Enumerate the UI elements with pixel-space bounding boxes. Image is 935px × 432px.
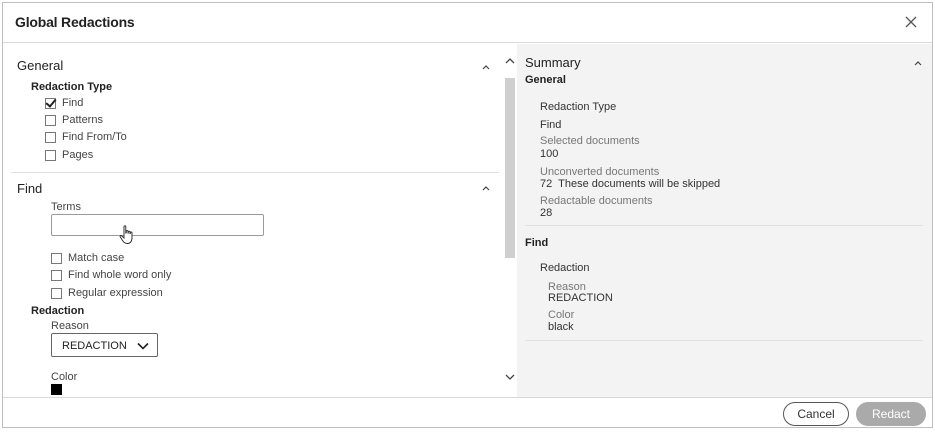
dialog-footer: Cancel Redact — [3, 397, 932, 428]
find-from-to-option-label: Find From/To — [62, 131, 127, 143]
pages-option-label: Pages — [62, 149, 94, 161]
redaction-type-find-option[interactable]: Find — [45, 96, 83, 110]
summary-selected-label: Selected documents — [540, 135, 640, 147]
whole-word-checkbox[interactable] — [51, 269, 62, 281]
collapse-find-chevron-icon[interactable] — [481, 184, 491, 192]
summary-divider — [525, 225, 923, 226]
summary-heading: Summary — [525, 55, 581, 70]
global-redactions-dialog: Global Redactions General Redaction Type… — [2, 2, 933, 428]
color-swatch[interactable] — [51, 384, 62, 395]
redact-button[interactable]: Redact — [856, 402, 926, 426]
summary-selected-value: 100 — [540, 148, 559, 160]
dialog-titlebar: Global Redactions — [3, 3, 932, 43]
scroll-down-icon[interactable] — [504, 372, 516, 382]
find-section-heading: Find — [17, 181, 43, 196]
settings-scrollbar[interactable] — [503, 44, 517, 397]
summary-divider-bottom — [525, 340, 923, 341]
match-case-label: Match case — [68, 252, 125, 264]
redaction-type-label: Redaction Type — [31, 81, 113, 93]
patterns-option-label: Patterns — [62, 114, 103, 126]
summary-general-heading: General — [525, 74, 566, 86]
color-label: Color — [51, 371, 78, 383]
redaction-type-find-from-to-option[interactable]: Find From/To — [45, 130, 127, 144]
summary-redaction-type-value: Find — [540, 119, 562, 131]
reason-select[interactable]: REDACTION — [51, 333, 158, 357]
cancel-button[interactable]: Cancel — [783, 402, 849, 426]
general-section-heading: General — [17, 58, 64, 73]
summary-redactable-label: Redactable documents — [540, 195, 653, 207]
reason-select-value: REDACTION — [62, 340, 127, 352]
summary-unconverted-value: 72 These documents will be skipped — [540, 178, 721, 190]
scrollbar-thumb[interactable] — [505, 78, 515, 258]
whole-word-option[interactable]: Find whole word only — [51, 268, 171, 282]
match-case-option[interactable]: Match case — [51, 251, 124, 265]
regular-expression-option[interactable]: Regular expression — [51, 286, 163, 300]
regular-expression-checkbox[interactable] — [51, 287, 62, 299]
summary-unconverted-label: Unconverted documents — [540, 166, 660, 178]
redaction-type-patterns-option[interactable]: Patterns — [45, 113, 103, 127]
redaction-type-pages-option[interactable]: Pages — [45, 148, 93, 162]
section-divider — [11, 172, 499, 173]
reason-label: Reason — [51, 320, 89, 332]
terms-input[interactable] — [51, 214, 264, 236]
dialog-title: Global Redactions — [15, 14, 135, 30]
find-option-label: Find — [62, 97, 84, 109]
summary-redactable-value: 28 — [540, 207, 553, 219]
summary-redaction-type-label: Redaction Type — [540, 101, 617, 113]
close-icon[interactable] — [900, 11, 922, 33]
match-case-checkbox[interactable] — [51, 252, 62, 264]
hand-cursor-icon — [119, 225, 133, 244]
terms-label: Terms — [51, 201, 81, 213]
summary-reason-value: REDACTION — [548, 292, 613, 304]
patterns-checkbox[interactable] — [45, 114, 56, 126]
whole-word-label: Find whole word only — [68, 269, 172, 281]
collapse-summary-chevron-icon[interactable] — [913, 59, 923, 67]
redaction-label: Redaction — [31, 305, 85, 317]
summary-redaction-label: Redaction — [540, 262, 590, 274]
collapse-general-chevron-icon[interactable] — [481, 63, 491, 71]
summary-find-heading: Find — [525, 237, 549, 249]
regular-expression-label: Regular expression — [68, 287, 163, 299]
scroll-up-icon[interactable] — [504, 56, 516, 66]
settings-panel: General Redaction Type Find Patterns Fin… — [11, 44, 503, 397]
find-checkbox[interactable] — [45, 97, 56, 109]
chevron-down-icon — [137, 342, 149, 350]
summary-color-value: black — [548, 321, 574, 333]
find-from-to-checkbox[interactable] — [45, 131, 56, 143]
summary-panel: Summary General Redaction Type Find Sele… — [517, 44, 932, 397]
pages-checkbox[interactable] — [45, 149, 56, 161]
summary-color-label: Color — [548, 309, 575, 321]
